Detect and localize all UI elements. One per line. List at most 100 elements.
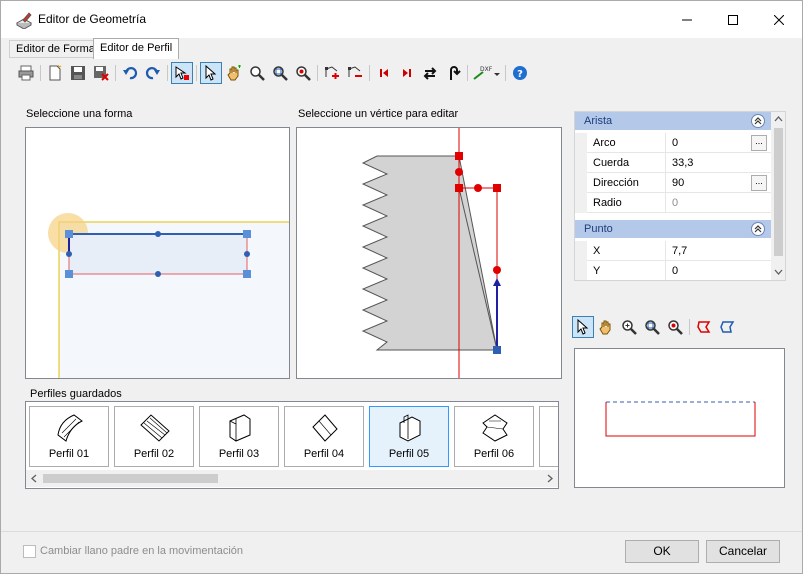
profile-thumbnail-icon xyxy=(57,414,83,442)
saved-profiles-list: Perfil 01 Perfil 02 Perfil 03 Perfil 04 … xyxy=(25,401,559,489)
zoom-fit-button[interactable] xyxy=(292,62,314,84)
last-vertex-button[interactable] xyxy=(396,62,418,84)
property-value[interactable]: 90 xyxy=(672,177,684,189)
property-row-y[interactable]: Y 0 xyxy=(575,261,771,280)
toolbar-separator xyxy=(167,65,168,81)
flip-profile-button[interactable] xyxy=(442,62,464,84)
profile-item[interactable]: Perfil 06 xyxy=(454,406,534,467)
export-dxf-button[interactable]: DXF xyxy=(471,62,501,84)
close-icon xyxy=(774,14,784,25)
save-button[interactable] xyxy=(67,62,89,84)
help-button[interactable]: ? xyxy=(509,62,531,84)
maximize-button[interactable] xyxy=(710,1,756,38)
profile-item[interactable]: Perfil 04 xyxy=(284,406,364,467)
geometry-app-icon xyxy=(15,12,33,29)
preview-select-button[interactable] xyxy=(572,316,594,338)
profile-drawing xyxy=(361,128,501,378)
toolbar-separator xyxy=(369,65,370,81)
ok-button[interactable]: OK xyxy=(625,540,699,563)
close-button[interactable] xyxy=(756,1,802,38)
print-button[interactable] xyxy=(15,62,37,84)
chevron-up-icon[interactable] xyxy=(771,112,786,126)
profile-thumbnail-icon xyxy=(312,414,338,442)
collapse-punto-button[interactable] xyxy=(751,222,765,236)
zoom-icon xyxy=(622,320,637,335)
chevron-up-icon xyxy=(754,117,762,125)
profile-item[interactable] xyxy=(539,406,558,467)
reverse-direction-button[interactable] xyxy=(419,62,441,84)
property-row-cuerda[interactable]: Cuerda 33,3 xyxy=(575,153,771,173)
property-value[interactable]: 0 xyxy=(672,265,678,277)
profile-label: Perfil 03 xyxy=(218,448,260,460)
ellipsis-button[interactable]: ... xyxy=(751,175,767,191)
preview-blue-shape-button[interactable] xyxy=(716,316,738,338)
property-row-direccion[interactable]: Dirección 90 ... xyxy=(575,173,771,193)
tab-profile-editor[interactable]: Editor de Perfil xyxy=(93,38,180,59)
select-icon xyxy=(577,319,589,335)
property-grid-scrollbar[interactable] xyxy=(771,112,786,280)
save-icon xyxy=(71,66,85,80)
property-key: Dirección xyxy=(593,177,639,189)
edit-vertex-button[interactable] xyxy=(171,62,193,84)
property-value: 0 xyxy=(672,197,679,209)
preview-zoom-button[interactable] xyxy=(618,316,640,338)
ellipsis-button[interactable]: ... xyxy=(751,135,767,151)
toolbar-separator xyxy=(40,65,41,81)
cancel-button[interactable]: Cancelar xyxy=(706,540,780,563)
zoom-window-button[interactable] xyxy=(269,62,291,84)
zoom-button[interactable] xyxy=(246,62,268,84)
toolbar-separator xyxy=(505,65,506,81)
change-parent-checkbox[interactable] xyxy=(23,545,36,558)
redo-icon xyxy=(145,67,160,80)
select-button[interactable] xyxy=(200,62,222,84)
property-value[interactable]: 0 xyxy=(672,137,678,149)
minimize-button[interactable] xyxy=(664,1,710,38)
shape-canvas[interactable] xyxy=(25,127,290,379)
property-value[interactable]: 33,3 xyxy=(672,157,693,169)
toolbar-separator xyxy=(689,319,690,335)
preview-zoom-fit-button[interactable] xyxy=(664,316,686,338)
first-vertex-button[interactable] xyxy=(373,62,395,84)
preview-pan-button[interactable] xyxy=(595,316,617,338)
collapse-arista-button[interactable] xyxy=(751,114,765,128)
chevron-right-icon[interactable] xyxy=(542,470,558,487)
property-row-x[interactable]: X 7,7 xyxy=(575,241,771,261)
profile-item-selected[interactable]: Perfil 05 xyxy=(369,406,449,467)
property-row-arco[interactable]: Arco 0 ... xyxy=(575,133,771,153)
preview-zoom-window-button[interactable] xyxy=(641,316,663,338)
shape-outline-icon xyxy=(697,321,711,333)
preview-red-shape-button[interactable] xyxy=(693,316,715,338)
saved-profiles-scrollbar[interactable] xyxy=(26,470,558,487)
vertex-panel-label: Seleccione un vértice para editar xyxy=(298,108,459,120)
property-value[interactable]: 7,7 xyxy=(672,245,687,257)
profile-item[interactable]: Perfil 03 xyxy=(199,406,279,467)
category-punto[interactable]: Punto xyxy=(575,220,771,238)
scrollbar-thumb[interactable] xyxy=(43,474,218,483)
redo-button[interactable] xyxy=(142,62,164,84)
category-arista[interactable]: Arista xyxy=(575,112,771,130)
profile-canvas[interactable] xyxy=(296,127,562,379)
profile-item[interactable]: Perfil 01 xyxy=(29,406,109,467)
chevron-left-icon[interactable] xyxy=(26,470,42,487)
category-punto-label: Punto xyxy=(584,223,613,235)
add-vertex-button[interactable] xyxy=(321,62,343,84)
scrollbar-thumb[interactable] xyxy=(774,128,783,256)
toolbar-separator xyxy=(467,65,468,81)
remove-vertex-button[interactable] xyxy=(344,62,366,84)
chevron-down-icon[interactable] xyxy=(771,265,786,279)
delete-profile-button[interactable] xyxy=(90,62,112,84)
undo-button[interactable] xyxy=(119,62,141,84)
tab-shape-editor[interactable]: Editor de Forma xyxy=(9,40,102,58)
add-vertex-icon xyxy=(325,66,339,79)
pan-icon xyxy=(599,320,611,335)
preview-toolbar xyxy=(572,315,786,338)
property-key: X xyxy=(593,245,601,257)
profile-item[interactable]: Perfil 02 xyxy=(114,406,194,467)
window-title: Editor de Geometría xyxy=(38,12,147,26)
zoom-window-icon xyxy=(273,66,288,81)
new-button[interactable] xyxy=(44,62,66,84)
flip-icon xyxy=(450,66,461,80)
preview-canvas[interactable] xyxy=(574,348,785,488)
saved-profiles-label: Perfiles guardados xyxy=(30,388,122,400)
pan-button[interactable] xyxy=(223,62,245,84)
